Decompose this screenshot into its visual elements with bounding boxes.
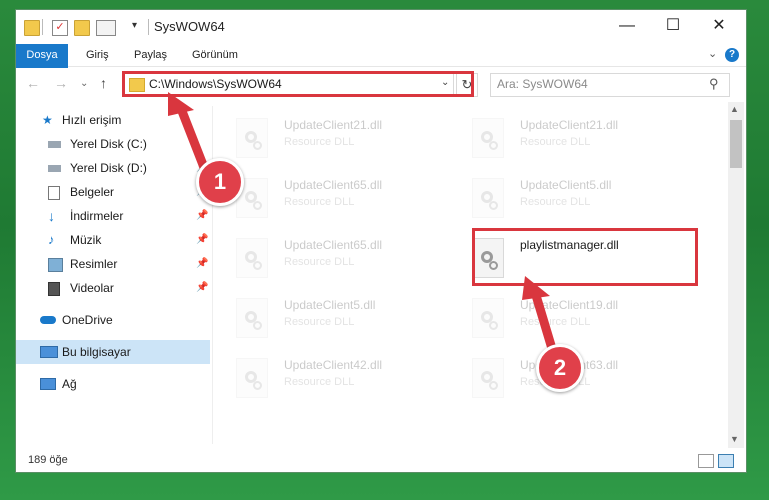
arrow-2-head [522,276,550,300]
callout-arrows [168,92,558,357]
arrow-1-head [168,92,194,116]
callout-badge-2: 2 [536,344,584,392]
arrow-2-shaft [530,287,558,357]
arrow-1-shaft [175,101,210,175]
callout-badge-1: 1 [196,158,244,206]
